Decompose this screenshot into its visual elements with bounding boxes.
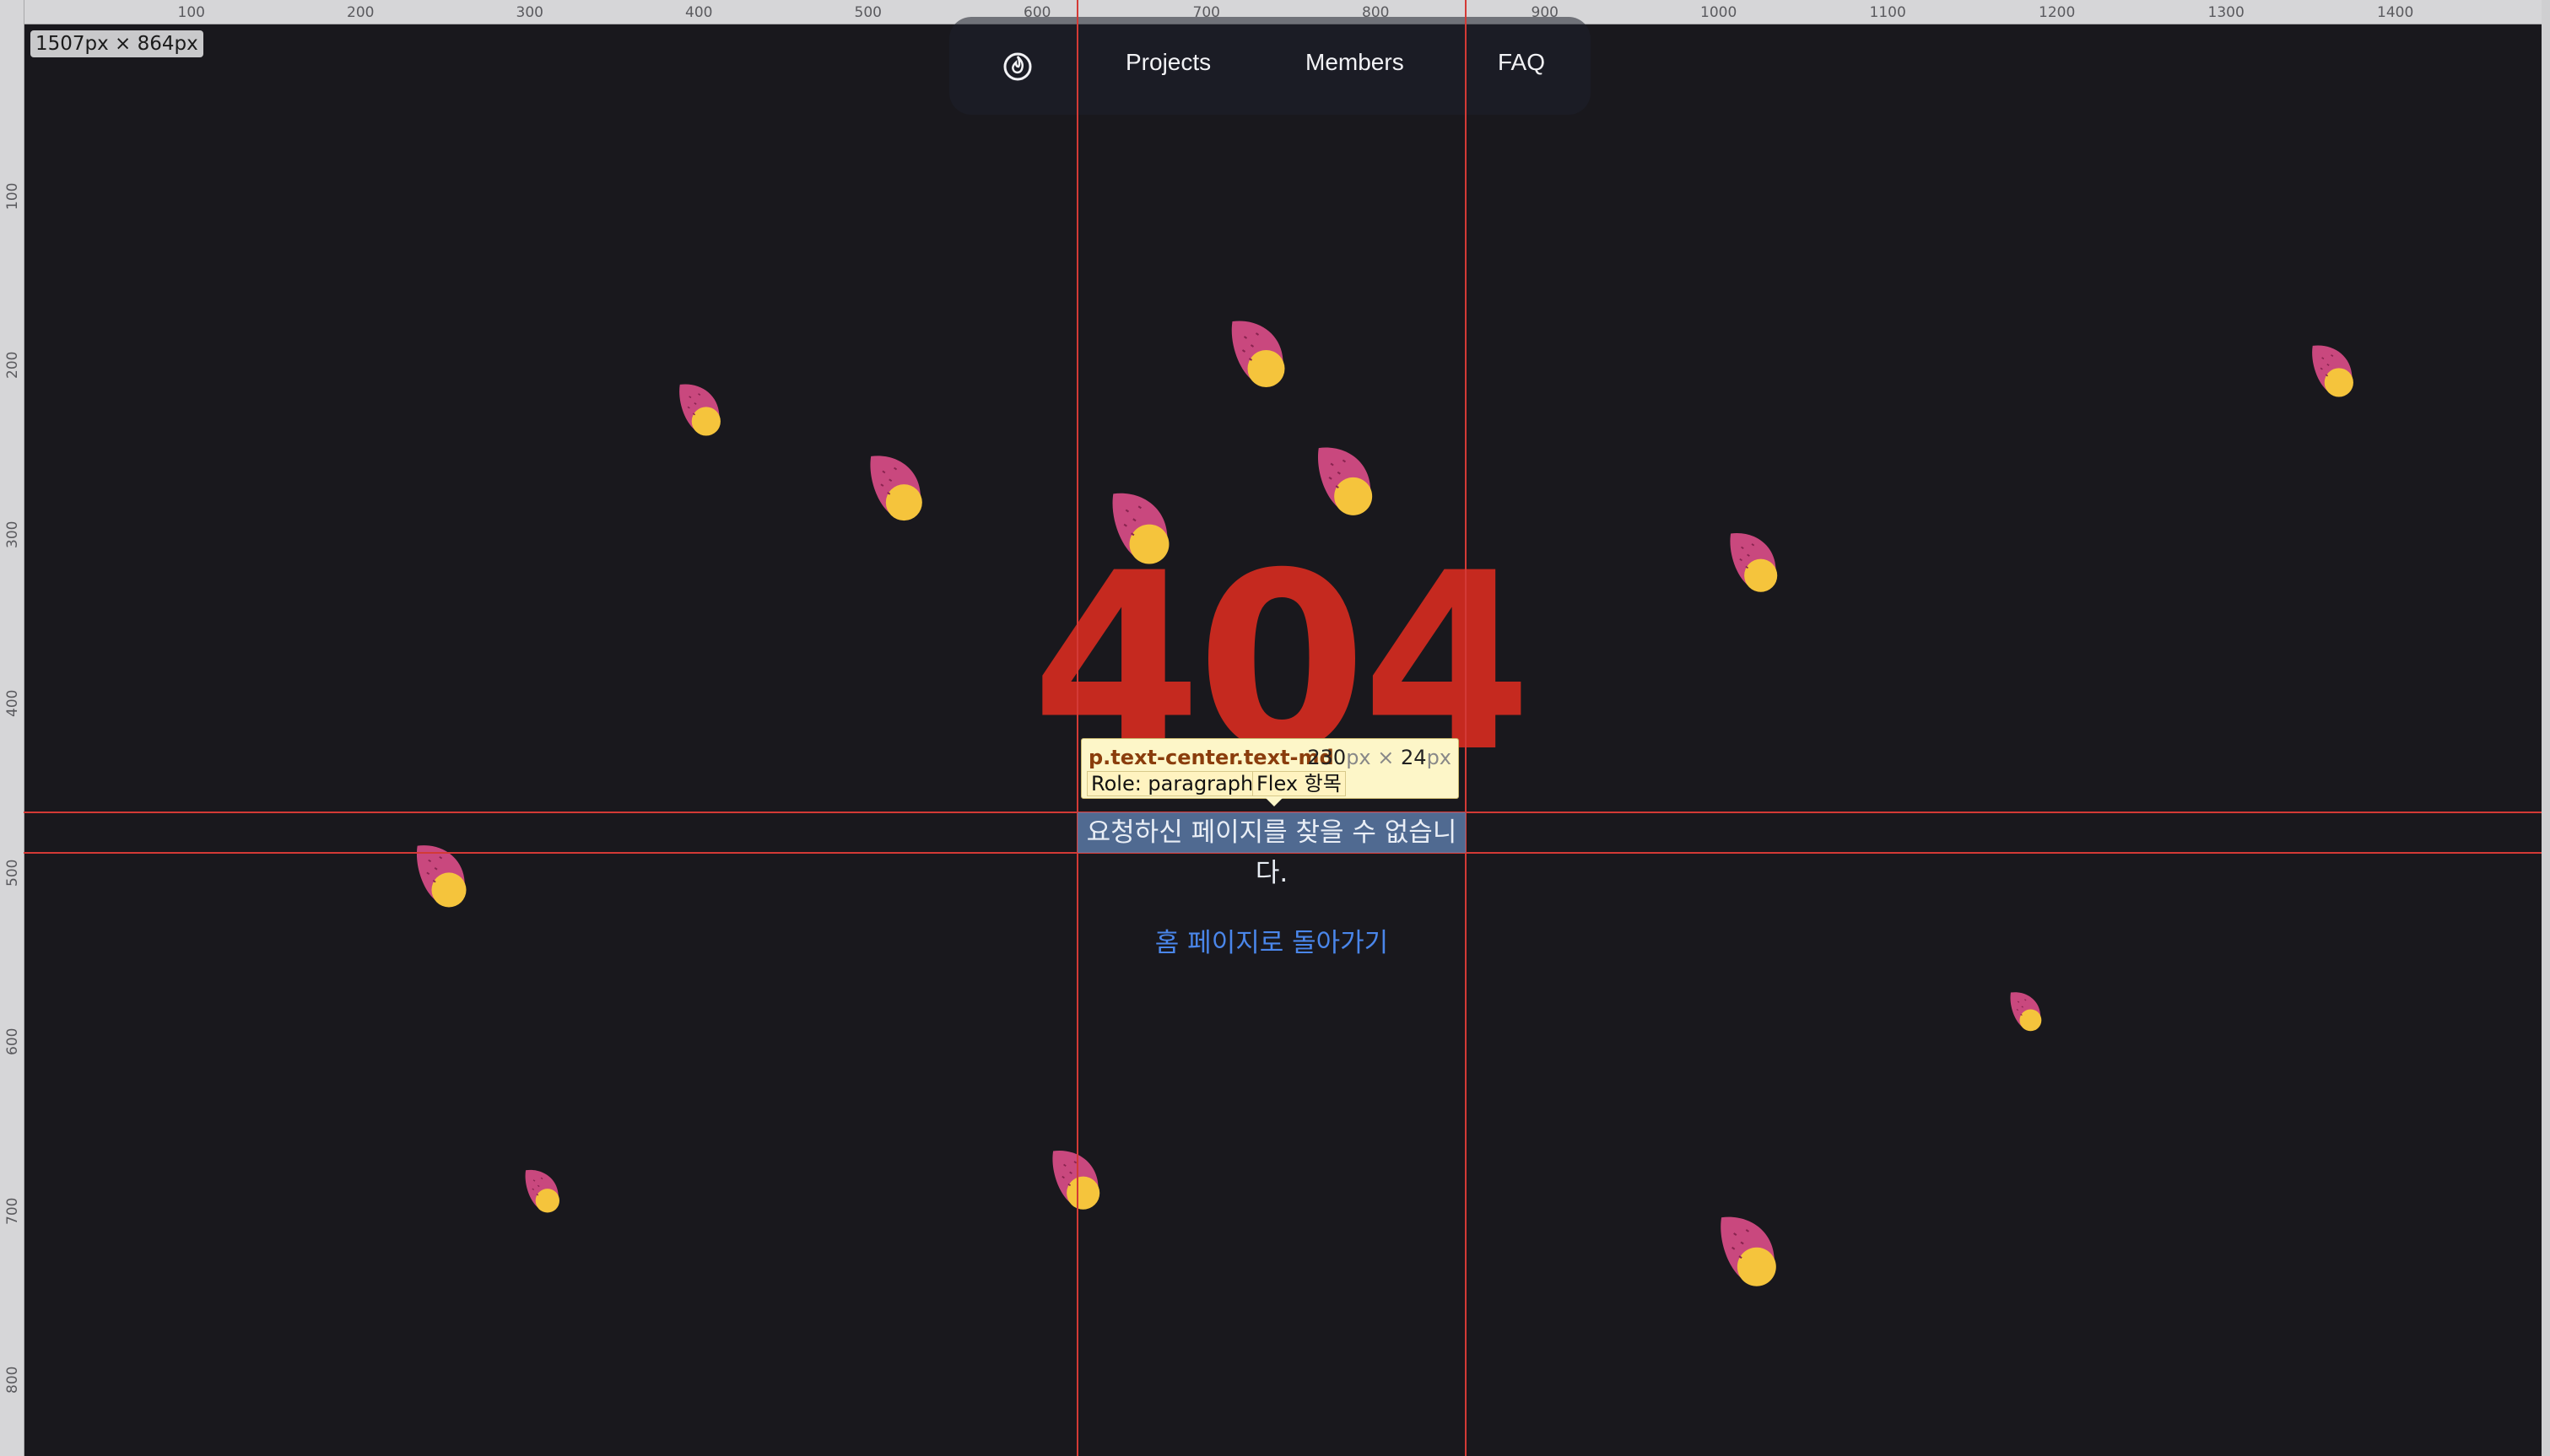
top-nav: Projects Members FAQ — [949, 17, 1591, 115]
ruler-tick-label: 200 — [4, 351, 21, 379]
sweet-potato-icon — [416, 844, 467, 909]
tooltip-times: × — [1377, 746, 1395, 769]
error-code-404: 404 — [1031, 548, 1532, 768]
inspector-tooltip: p.text-center.text-md 230px × 24px Role:… — [1081, 738, 1459, 806]
ruler-tick-label: 100 — [177, 4, 205, 21]
tooltip-unit: px — [1426, 746, 1451, 769]
ruler-tick-label: 300 — [516, 4, 543, 21]
sweet-potato-icon — [869, 455, 923, 522]
tooltip-arrow — [1266, 798, 1283, 806]
sweet-potato-icon — [1729, 532, 1779, 593]
inspector-guide-vertical — [1465, 0, 1467, 1456]
ruler-tick-label: 700 — [4, 1197, 21, 1225]
ruler-tick-label: 1200 — [2039, 4, 2076, 21]
error-message: 요청하신 페이지를 찾을 수 없습니다. — [1086, 817, 1457, 888]
tooltip-flex-chip: Flex 항목 — [1252, 771, 1346, 796]
tooltip-height: 24 — [1401, 746, 1427, 769]
viewport-size-badge: 1507px × 864px — [30, 30, 203, 57]
sweet-potato-icon — [1316, 446, 1374, 516]
nav-link-projects[interactable]: Projects — [1126, 49, 1211, 76]
tooltip-role-chip: Role: paragraph — [1087, 771, 1258, 796]
sweet-potato-icon — [678, 383, 721, 437]
ruler-tick-label: 500 — [854, 4, 882, 21]
ruler-tick-label: 800 — [4, 1366, 21, 1394]
home-link[interactable]: 홈 페이지로 돌아가기 — [1097, 921, 1446, 959]
ruler-tick-label: 1000 — [1700, 4, 1737, 21]
sweet-potato-icon — [1720, 1216, 1777, 1287]
flame-icon[interactable] — [1002, 49, 1034, 81]
ruler-tick-label: 400 — [685, 4, 713, 21]
ruler-tick-label: 400 — [4, 689, 21, 717]
tooltip-width: 230 — [1307, 746, 1347, 769]
sweet-potato-icon — [2311, 344, 2354, 398]
tooltip-size: 230px × 24px — [1307, 746, 1451, 769]
ruler-tick-label: 1300 — [2207, 4, 2245, 21]
sweet-potato-icon — [1230, 320, 1286, 388]
nav-link-faq[interactable]: FAQ — [1498, 49, 1545, 76]
svg-text:404: 404 — [1031, 548, 1526, 768]
ruler-tick-label: 100 — [4, 182, 21, 210]
ruler-tick-label: 1100 — [1869, 4, 1906, 21]
ruler-tick-label: 200 — [347, 4, 375, 21]
ruler-tick-label: 300 — [4, 520, 21, 548]
sweet-potato-icon — [2009, 991, 2042, 1032]
ruler-left: 100 200 300 400 500 600 700 800 — [0, 0, 24, 1456]
nav-link-members[interactable]: Members — [1305, 49, 1404, 76]
ruler-tick-label: 600 — [4, 1027, 21, 1055]
tooltip-unit: px — [1346, 746, 1371, 769]
tooltip-selector: p.text-center.text-md — [1089, 746, 1334, 769]
inspector-guide-vertical — [1077, 0, 1078, 1456]
scrollbar[interactable] — [2542, 0, 2550, 1456]
ruler-tick-label: 1400 — [2377, 4, 2414, 21]
sweet-potato-icon — [524, 1169, 560, 1214]
ruler-tick-label: 500 — [4, 859, 21, 887]
